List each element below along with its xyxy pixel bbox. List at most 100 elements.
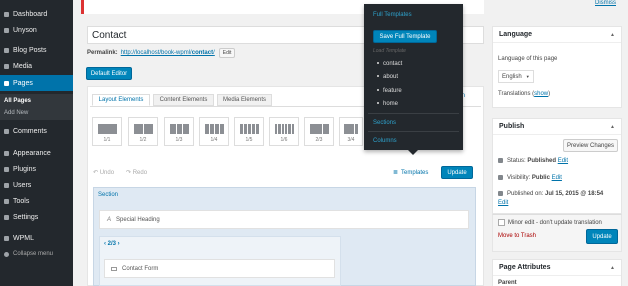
column-2-3[interactable]: 2/3: [304, 117, 334, 146]
language-select[interactable]: English ▼: [498, 70, 534, 83]
sidebar-item-media[interactable]: Media: [0, 59, 73, 73]
sidebar-item-appearance[interactable]: Appearance: [0, 146, 73, 160]
default-editor-button[interactable]: Default Editor: [86, 67, 132, 80]
column-1-6[interactable]: 1/6: [269, 117, 299, 146]
collapse-arrow-icon[interactable]: ▲: [610, 124, 615, 130]
builder-update-button[interactable]: Update: [441, 166, 473, 179]
column-3-4[interactable]: 3/4: [339, 117, 363, 146]
sidebar-item-users[interactable]: Users: [0, 178, 73, 192]
edit-permalink-button[interactable]: Edit: [218, 48, 236, 58]
full-templates-heading[interactable]: Full Templates: [373, 12, 412, 18]
column-bars: [310, 124, 329, 134]
column-1-1[interactable]: 1/1: [92, 117, 122, 146]
permalink-url[interactable]: http://localhost/book-wpml/contact/: [121, 50, 215, 56]
redo-button[interactable]: ↷ Redo: [126, 169, 147, 176]
unyson-icon: [4, 27, 9, 33]
column-1-4[interactable]: 1/4: [199, 117, 229, 146]
translations-show-link[interactable]: show: [534, 91, 548, 97]
calendar-icon: [498, 191, 503, 196]
language-title: Language: [499, 31, 533, 38]
dropdown-divider: [368, 131, 459, 132]
special-heading-element[interactable]: A Special Heading: [99, 210, 469, 229]
template-item-feature[interactable]: feature: [377, 88, 402, 94]
column-label: 3/4: [347, 137, 355, 143]
sidebar-item-tools[interactable]: Tools: [0, 194, 73, 208]
sidebar-item-unyson[interactable]: Unyson: [0, 23, 73, 37]
sidebar-item-dashboard[interactable]: Dashboard: [0, 7, 73, 21]
template-item-home[interactable]: home: [377, 101, 398, 107]
published-on-edit-link[interactable]: Edit: [498, 200, 508, 206]
status-row: Status: Published Edit: [498, 158, 568, 164]
column-1-2[interactable]: 1/2: [128, 117, 158, 146]
published-on-label: Published on:: [507, 191, 544, 198]
sidebar-item-comments[interactable]: Comments: [0, 124, 73, 138]
column-label: 1/4: [210, 137, 218, 143]
parent-label: Parent: [498, 280, 517, 286]
pages-icon: [4, 80, 9, 86]
column-1-5[interactable]: 1/5: [234, 117, 264, 146]
save-full-template-button[interactable]: Save Full Template: [373, 30, 437, 43]
load-template-label: Load Template: [373, 48, 406, 54]
translations-row: Translations (show): [498, 91, 550, 97]
dropdown-divider: [368, 113, 459, 114]
column-label: 1/1: [103, 137, 111, 143]
permalink-end: /: [213, 50, 215, 56]
template-item-about[interactable]: about: [377, 74, 398, 80]
contact-form-element[interactable]: Contact Form: [104, 259, 335, 278]
contact-form-label: Contact Form: [122, 265, 159, 272]
minor-edit-checkbox[interactable]: [498, 219, 505, 226]
published-on-value: Jul 15, 2015 @ 18:54: [545, 191, 604, 198]
column-label: 1/6: [280, 137, 288, 143]
status-edit-link[interactable]: Edit: [558, 158, 568, 164]
sidebar-item-wpml[interactable]: WPML: [0, 231, 73, 245]
visibility-edit-link[interactable]: Edit: [552, 175, 562, 181]
templates-icon: ≣: [393, 170, 399, 176]
update-button[interactable]: Update: [586, 229, 618, 244]
sidebar-item-settings[interactable]: Settings: [0, 210, 73, 224]
tab-layout-elements[interactable]: Layout Elements: [92, 94, 150, 106]
dismiss-link[interactable]: Dismiss: [595, 0, 616, 6]
sidebar-sub-all-pages[interactable]: All Pages: [0, 95, 73, 107]
sidebar-collapse-menu[interactable]: Collapse menu: [0, 247, 73, 261]
undo-button[interactable]: ↶ Undo: [93, 169, 114, 176]
status-value: Published: [527, 158, 557, 165]
chevron-down-icon: ▼: [525, 74, 530, 79]
collapse-arrow-icon[interactable]: ▲: [610, 32, 615, 38]
pin-icon: [4, 47, 9, 53]
page-attributes-header[interactable]: Page Attributes ▲: [493, 260, 621, 276]
comments-icon: [4, 128, 9, 134]
admin-sidebar: Dashboard Unyson Blog Posts Media Pages …: [0, 0, 73, 286]
templates-button[interactable]: ≣ Templates: [393, 169, 428, 176]
column-label: 1/2: [139, 137, 147, 143]
appearance-icon: [4, 150, 9, 156]
sidebar-item-blog-posts[interactable]: Blog Posts: [0, 43, 73, 57]
pin-icon: [498, 158, 503, 163]
sidebar-item-pages[interactable]: Pages: [0, 75, 73, 91]
tab-media-elements[interactable]: Media Elements: [217, 94, 272, 106]
form-icon: [111, 266, 117, 271]
sidebar-sub-add-new[interactable]: Add New: [0, 107, 73, 119]
columns-heading[interactable]: Columns: [373, 138, 397, 144]
permalink-base: http://localhost/book-wpml/: [120, 50, 192, 56]
sidebar-item-plugins[interactable]: Plugins: [0, 162, 73, 176]
column-label: 1/3: [175, 137, 183, 143]
publish-box-header[interactable]: Publish ▲: [493, 119, 621, 135]
translations-label: Translations (: [498, 91, 535, 97]
collapse-arrow-icon[interactable]: ▲: [610, 265, 615, 271]
preview-changes-button[interactable]: Preview Changes: [563, 139, 618, 152]
template-item-contact[interactable]: contact: [377, 61, 402, 67]
page-attributes-title: Page Attributes: [499, 264, 551, 271]
column-size-switcher[interactable]: ‹ 2/3 ›: [104, 241, 120, 247]
column-bars: [98, 124, 117, 134]
language-box-header[interactable]: Language ▲: [493, 27, 621, 43]
sections-heading[interactable]: Sections: [373, 120, 396, 126]
tab-content-elements[interactable]: Content Elements: [153, 94, 214, 106]
settings-icon: [4, 214, 9, 220]
publish-box: Publish ▲: [492, 118, 622, 214]
column-bars: [205, 124, 224, 134]
minor-edit-row: Minor edit - don't update translation: [498, 219, 602, 226]
heading-icon: A: [107, 216, 112, 223]
eye-icon: [498, 175, 503, 180]
column-1-3[interactable]: 1/3: [164, 117, 194, 146]
move-to-trash-link[interactable]: Move to Trash: [498, 233, 536, 239]
